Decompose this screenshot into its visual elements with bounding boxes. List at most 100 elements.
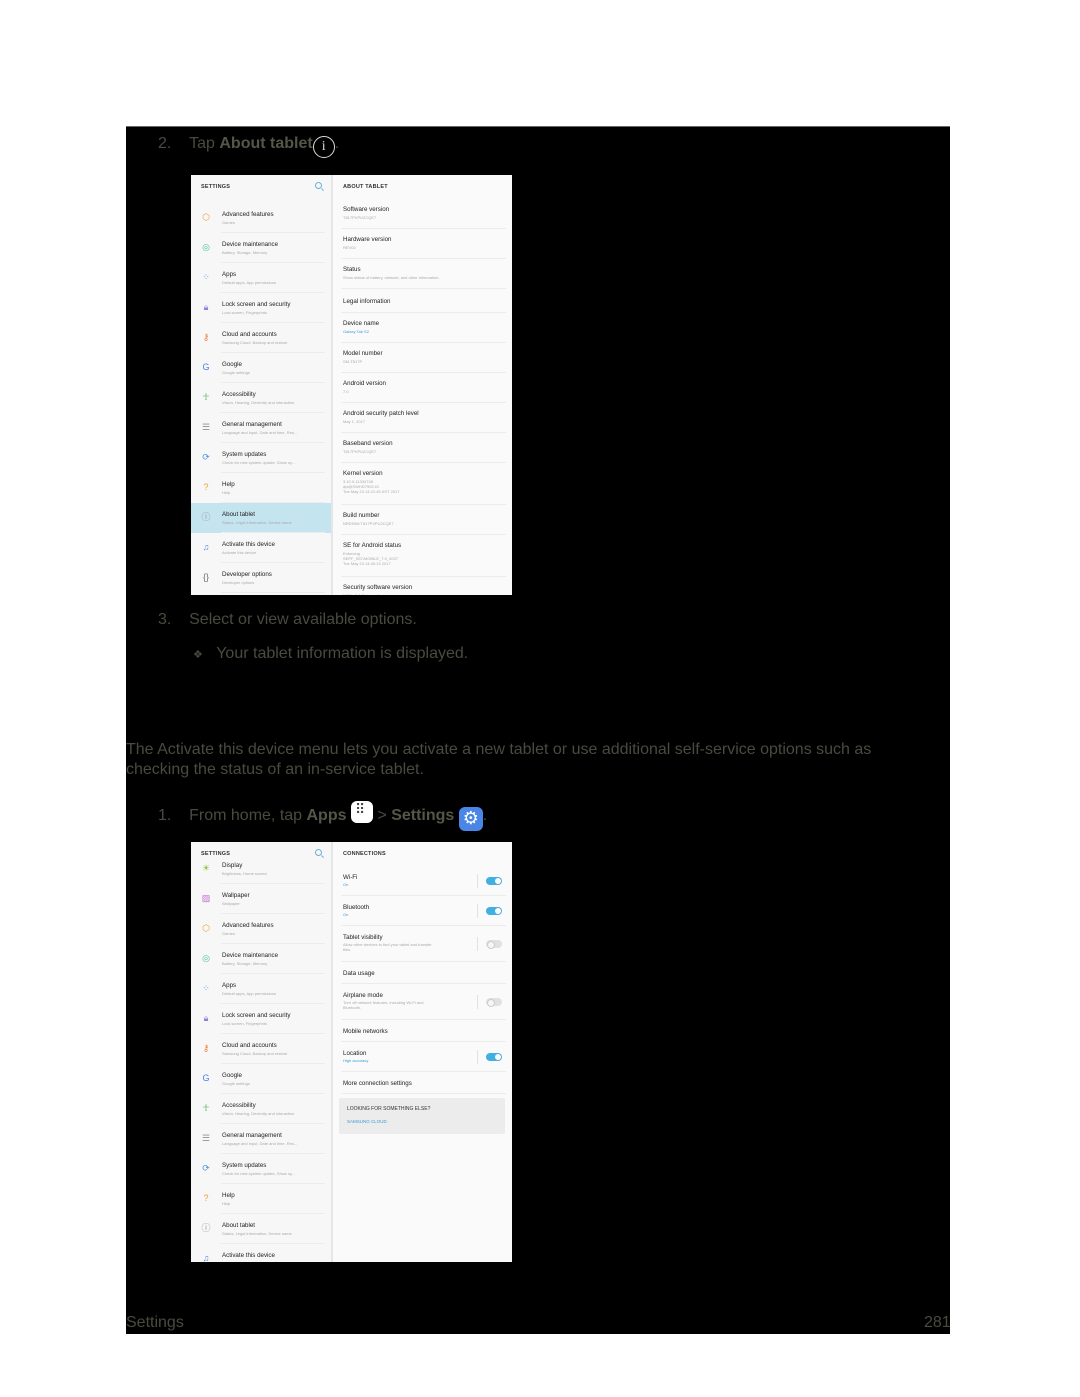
settings-item-about-tablet[interactable]: ⓘ About tablet Status, Legal information, … bbox=[191, 503, 331, 533]
settings-item-advanced-features[interactable]: ⬡ Advanced features Games bbox=[191, 203, 331, 233]
settings-item-activate-this-device[interactable]: ♫Activate this deviceActivate this devic… bbox=[191, 1244, 331, 1262]
about-tablet-header: ABOUT TABLET bbox=[343, 184, 388, 190]
settings-item-system-updates[interactable]: ⟳ System updates Check for new system upda… bbox=[191, 1154, 331, 1184]
settings-item-advanced-features[interactable]: ⬡ Advanced features Games bbox=[191, 914, 331, 944]
item-value: MDF v3.0 Release 1 bbox=[343, 593, 379, 595]
settings-item-cloud-and-accounts[interactable]: ⚷ Cloud and accounts Samsung Cloud, Backup… bbox=[191, 1034, 331, 1064]
settings-header: SETTINGS bbox=[191, 175, 331, 199]
settings-item-general-management[interactable]: ☰ General management Language and input, D… bbox=[191, 1124, 331, 1154]
google-icon: G bbox=[202, 362, 210, 372]
settings-item-lock-screen-and-security[interactable]: 🔒︎ Lock screen and security Lock screen, F… bbox=[191, 1004, 331, 1034]
search-icon[interactable] bbox=[315, 182, 322, 189]
item-subtitle: Games bbox=[222, 220, 235, 225]
step-number: 2. bbox=[158, 135, 172, 152]
settings-item-accessibility[interactable]: ☥ Accessibility Vision, Hearing, Dexterity… bbox=[191, 1094, 331, 1124]
wi-fi-toggle[interactable] bbox=[486, 877, 502, 885]
settings-item-accessibility[interactable]: ☥ Accessibility Vision, Hearing, Dexterity… bbox=[191, 383, 331, 413]
settings-item-wallpaper[interactable]: ▨ Wallpaper Wallpaper bbox=[191, 884, 331, 914]
about-item-device-name[interactable]: Device name Galaxy Tab S2 bbox=[333, 313, 512, 343]
item-subtitle: Check for new system update, Show sy... bbox=[222, 1171, 296, 1176]
wallpaper-icon: ▨ bbox=[201, 893, 211, 903]
item-title: Help bbox=[222, 1192, 235, 1199]
step-3: 3. Select or view available options. bbox=[158, 611, 417, 628]
item-subtitle: On bbox=[343, 882, 349, 887]
settings-item-device-maintenance[interactable]: ◎ Device maintenance Battery, Storage, Mem… bbox=[191, 233, 331, 263]
settings-item-about-tablet[interactable]: ⓘ About tablet Status, Legal information, … bbox=[191, 1214, 331, 1244]
connection-item-airplane-mode[interactable]: Airplane mode Turn off network features, … bbox=[333, 984, 512, 1020]
item-subtitle: Wallpaper bbox=[222, 901, 240, 906]
item-title: About tablet bbox=[222, 1222, 256, 1229]
about-item-baseband-version[interactable]: Baseband version T817PVPU2CQE7 bbox=[333, 433, 512, 463]
settings-item-cloud-and-accounts[interactable]: ⚷ Cloud and accounts Samsung Cloud, Backup… bbox=[191, 323, 331, 353]
toggle-knob bbox=[487, 940, 495, 949]
settings-item-display[interactable]: ☀ Display Brightness, Home screen bbox=[191, 854, 331, 884]
item-value: NRD90M.T817PVPU2CQE7 bbox=[343, 521, 394, 526]
connection-item-more-connection-settings[interactable]: More connection settings bbox=[333, 1072, 512, 1094]
location-toggle[interactable] bbox=[486, 1053, 502, 1061]
about-item-se-for-android-status[interactable]: SE for Android status Enforcing SEPF_SECMO… bbox=[333, 535, 512, 577]
settings-item-apps[interactable]: ⁘ Apps Default apps, App permissions bbox=[191, 974, 331, 1004]
about-item-build-number[interactable]: Build number NRD90M.T817PVPU2CQE7 bbox=[333, 505, 512, 535]
settings-item-developer-options[interactable]: {} Developer options Developer options bbox=[191, 563, 331, 593]
item-subtitle: Activate this device bbox=[222, 1261, 256, 1262]
about-item-software-version[interactable]: Software version T817PVPU2CQE7 bbox=[333, 199, 512, 229]
about-item-hardware-version[interactable]: Hardware version REV02 bbox=[333, 229, 512, 259]
settings-item-help[interactable]: ? Help Help bbox=[191, 473, 331, 503]
item-subtitle-2: files. bbox=[343, 947, 352, 952]
accessibility-icon: ☥ bbox=[202, 1103, 210, 1113]
step-1: 1. From home, tap Apps > Settings ⚙. bbox=[158, 801, 487, 831]
connection-item-mobile-networks[interactable]: Mobile networks bbox=[333, 1020, 512, 1042]
settings-item-device-maintenance[interactable]: ◎ Device maintenance Battery, Storage, Mem… bbox=[191, 944, 331, 974]
about-item-security-software-version[interactable]: Security software version MDF v3.0 Releas… bbox=[333, 577, 512, 595]
item-subtitle: Brightness, Home screen bbox=[222, 871, 267, 876]
settings-item-system-updates[interactable]: ⟳ System updates Check for new system upda… bbox=[191, 443, 331, 473]
info-icon: i bbox=[312, 136, 335, 158]
settings-item-google[interactable]: G Google Google settings bbox=[191, 1064, 331, 1094]
connection-item-wi-fi[interactable]: Wi-Fi On bbox=[333, 866, 512, 896]
item-value: SM-T817P bbox=[343, 359, 363, 364]
item-title: Legal information bbox=[343, 298, 391, 305]
apps-label: Apps bbox=[306, 807, 347, 824]
about-item-legal-information[interactable]: Legal information bbox=[333, 289, 512, 313]
settings-item-help[interactable]: ? Help Help bbox=[191, 1184, 331, 1214]
item-subtitle: High accuracy bbox=[343, 1058, 369, 1063]
connection-item-location[interactable]: Location High accuracy bbox=[333, 1042, 512, 1072]
item-title: Android version bbox=[343, 380, 386, 387]
item-value: Galaxy Tab S2 bbox=[343, 329, 369, 334]
item-title: Lock screen and security bbox=[222, 301, 291, 308]
bluetooth-toggle[interactable] bbox=[486, 907, 502, 915]
item-title: System updates bbox=[222, 451, 267, 458]
item-title: Accessibility bbox=[222, 391, 256, 398]
toggle-divider bbox=[477, 995, 478, 1009]
item-title: Location bbox=[343, 1050, 367, 1057]
settings-item-apps[interactable]: ⁘ Apps Default apps, App permissions bbox=[191, 263, 331, 293]
settings-item-lock-screen-and-security[interactable]: 🔒︎ Lock screen and security Lock screen, F… bbox=[191, 293, 331, 323]
item-subtitle-2: Bluetooth. bbox=[343, 1005, 362, 1010]
about-item-model-number[interactable]: Model number SM-T817P bbox=[333, 343, 512, 373]
item-title: Activate this device bbox=[222, 541, 275, 548]
toggle-divider bbox=[477, 874, 478, 888]
page-number: 281 bbox=[924, 1314, 950, 1331]
item-subtitle: Battery, Storage, Memory bbox=[222, 250, 268, 255]
samsung-cloud-link[interactable]: SAMSUNG CLOUD bbox=[347, 1119, 387, 1124]
looking-title: LOOKING FOR SOMETHING ELSE? bbox=[347, 1106, 431, 1112]
about-item-android-version[interactable]: Android version 7.0 bbox=[333, 373, 512, 403]
connection-item-tablet-visibility[interactable]: Tablet visibility Allow other devices to … bbox=[333, 926, 512, 962]
settings-item-google[interactable]: G Google Google settings bbox=[191, 353, 331, 383]
connection-item-data-usage[interactable]: Data usage bbox=[333, 962, 512, 984]
system-updates-icon: ⟳ bbox=[202, 1163, 210, 1173]
google-icon: G bbox=[202, 1073, 210, 1083]
braces-icon: {} bbox=[202, 572, 209, 582]
settings-item-general-management[interactable]: ☰ General management Language and input, D… bbox=[191, 413, 331, 443]
settings-item-activate-this-device[interactable]: ♫Activate this deviceActivate this devic… bbox=[191, 533, 331, 563]
key-icon: ⚷ bbox=[202, 1043, 210, 1053]
advanced-features-icon: ⬡ bbox=[202, 212, 210, 222]
about-item-status[interactable]: Status Show status of battery, network, a… bbox=[333, 259, 512, 289]
about-item-android-security-patch-level[interactable]: Android security patch level May 1, 2017 bbox=[333, 403, 512, 433]
item-subtitle: Developer options bbox=[222, 580, 255, 585]
item-title: Cloud and accounts bbox=[222, 1042, 277, 1049]
about-item-kernel-version[interactable]: Kernel version 3.10.9-11334748 dpi@SWHD750… bbox=[333, 463, 512, 505]
tablet-visibility-toggle[interactable] bbox=[486, 940, 502, 949]
airplane-mode-toggle[interactable] bbox=[486, 998, 502, 1007]
connection-item-bluetooth[interactable]: Bluetooth On bbox=[333, 896, 512, 926]
